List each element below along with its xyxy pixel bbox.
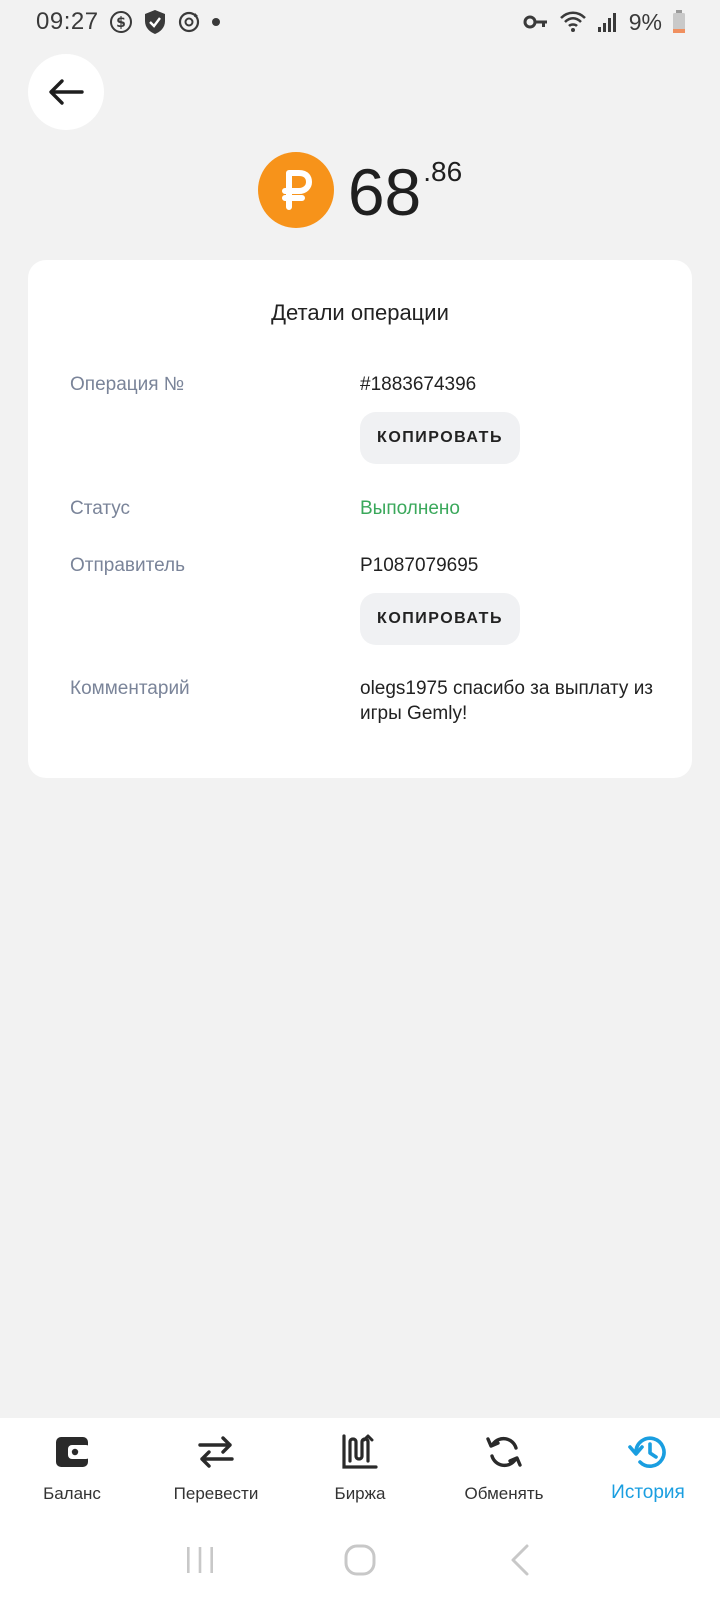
- comment-value: olegs1975 спасибо за выплату из игры Gem…: [360, 678, 654, 724]
- copy-sender-button[interactable]: КОПИРОВАТЬ: [360, 593, 520, 645]
- amount-integer: 68: [347, 155, 422, 229]
- transfer-arrows-icon: [197, 1432, 235, 1472]
- nav-label-balance: Баланс: [43, 1484, 101, 1503]
- arrow-left-icon: [49, 79, 84, 105]
- bottom-nav: Баланс Перевести Биржа Обменять История: [0, 1418, 720, 1520]
- amount-fraction: .86: [423, 156, 463, 187]
- nav-item-transfer[interactable]: Перевести: [144, 1418, 288, 1520]
- status-bar-left: 09:27 $: [36, 8, 221, 36]
- sync-icon: [177, 10, 201, 34]
- nav-item-exchange[interactable]: Биржа: [288, 1418, 432, 1520]
- system-nav: [0, 1520, 720, 1600]
- status-value: Выполнено: [360, 498, 460, 519]
- wifi-icon: [559, 10, 587, 34]
- back-button[interactable]: [28, 54, 104, 130]
- battery-percent: 9%: [628, 8, 662, 35]
- screen: 09:27 $ 9% 68 .86 Детали операции Операц…: [0, 0, 720, 1600]
- copy-operation-button[interactable]: КОПИРОВАТЬ: [360, 412, 520, 464]
- recents-icon[interactable]: [170, 1535, 230, 1585]
- operation-value: #1883674396: [360, 374, 477, 395]
- comment-label: Комментарий: [70, 678, 190, 699]
- operation-label: Операция №: [70, 374, 185, 395]
- nav-label-exchange: Биржа: [334, 1484, 386, 1503]
- nav-label-transfer: Перевести: [173, 1484, 259, 1503]
- home-icon[interactable]: [330, 1535, 390, 1585]
- nav-label-swap: Обменять: [464, 1484, 544, 1503]
- status-bar-right: 9%: [523, 9, 686, 36]
- swap-circle-icon: [485, 1432, 523, 1472]
- nav-item-history[interactable]: История: [576, 1418, 720, 1520]
- key-icon: [523, 12, 549, 32]
- back-chevron-icon[interactable]: [490, 1535, 550, 1585]
- status-time: 09:27: [36, 8, 99, 35]
- svg-text:$: $: [116, 15, 126, 31]
- card-title: Детали операции: [271, 300, 449, 325]
- status-bar: 09:27 $ 9%: [0, 0, 720, 44]
- ruble-coin-icon: [257, 152, 334, 228]
- signal-icon: [597, 11, 619, 33]
- wallet-icon: [54, 1432, 90, 1472]
- nav-label-history: История: [611, 1482, 685, 1503]
- dot-icon: [211, 17, 221, 27]
- status-label: Статус: [70, 498, 131, 519]
- history-clock-icon: [628, 1432, 668, 1472]
- nav-item-balance[interactable]: Баланс: [0, 1418, 144, 1520]
- sender-value: P1087079695: [360, 555, 479, 576]
- nav-item-swap[interactable]: Обменять: [432, 1418, 576, 1520]
- sender-label: Отправитель: [70, 555, 186, 576]
- dollar-circle-icon: $: [109, 10, 133, 34]
- operation-details-card: Детали операции Операция № #1883674396 К…: [28, 260, 692, 778]
- exchange-chart-icon: [341, 1432, 379, 1472]
- shield-check-icon: [143, 9, 167, 35]
- battery-icon: [672, 10, 686, 34]
- balance-amount: 68 .86: [0, 152, 720, 232]
